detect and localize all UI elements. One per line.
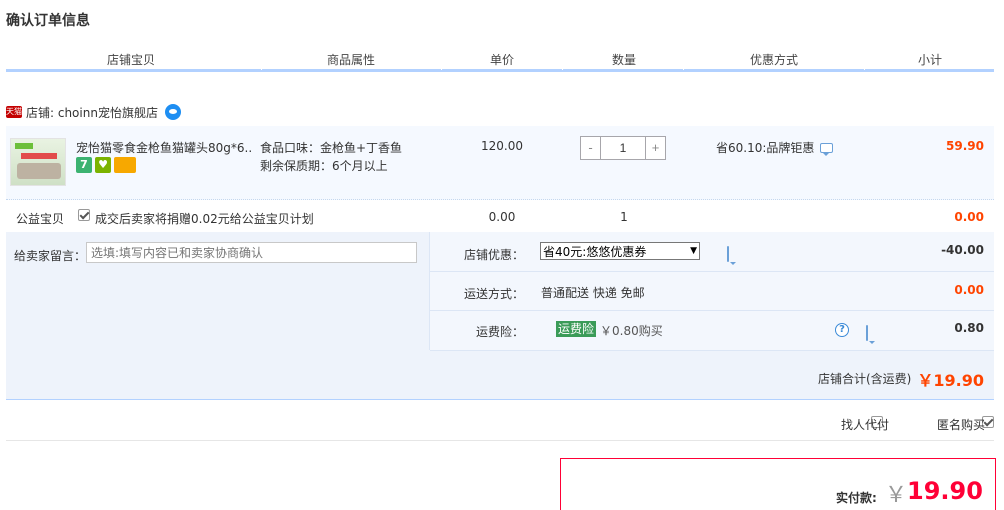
shipping-method: 普通配送 快递 免邮	[541, 286, 645, 300]
column-header-discount: 优惠方式	[749, 53, 798, 67]
payment-value: 19.90	[907, 477, 983, 505]
seven-day-return-icon[interactable]: 7	[76, 157, 92, 173]
proxy-pay-label[interactable]: 找人代付	[841, 416, 889, 433]
item-subtotal: 59.90	[946, 139, 984, 153]
credit-card-icon[interactable]	[114, 157, 136, 173]
insurance-label: 运费险：	[475, 325, 524, 339]
coupon-info-icon[interactable]	[726, 246, 729, 262]
anonymous-label[interactable]: 匿名购买	[937, 416, 985, 433]
insurance-value: 0.80	[954, 321, 984, 335]
page-title: 确认订单信息	[6, 13, 90, 29]
shipping-label: 运送方式：	[463, 287, 524, 301]
product-flavor: 食品口味：金枪鱼+丁香鱼	[260, 141, 403, 155]
shop-name-link[interactable]: 店铺: choinn宠怡旗舰店	[26, 104, 158, 121]
quantity-increase-button[interactable]: +	[645, 137, 665, 159]
column-header-subtotal: 小计	[917, 53, 942, 67]
item-discount-text: 省60.10:品牌钜惠	[716, 141, 815, 155]
product-shelf-life: 剩余保质期：6个月以上	[260, 159, 388, 173]
order-item-row	[6, 126, 994, 200]
insurance-tag: 运费险	[556, 321, 597, 337]
welfare-price: 0.00	[488, 210, 516, 224]
shop-discount-value: -40.00	[941, 243, 984, 257]
column-header-unit-price: 单价	[489, 53, 514, 67]
column-header-attributes: 商品属性	[326, 53, 375, 67]
divider	[6, 440, 994, 441]
wangwang-chat-icon[interactable]	[164, 104, 181, 120]
chevron-down-icon: ▼	[690, 246, 697, 256]
welfare-label: 公益宝贝	[16, 212, 65, 226]
welfare-text: 成交后卖家将捐赠0.02元给公益宝贝计划	[95, 212, 314, 226]
product-service-icons: 7 ♥	[76, 157, 136, 173]
shop-discount-label: 店铺优惠：	[463, 248, 524, 262]
column-header-shop-item: 店铺宝贝	[106, 53, 155, 67]
item-discount: 省60.10:品牌钜惠	[716, 139, 834, 156]
tmall-badge: 天猫	[6, 106, 22, 118]
guarantee-icon[interactable]: ♥	[95, 157, 111, 173]
welfare-checkbox[interactable]	[78, 209, 90, 221]
product-thumbnail[interactable]	[10, 138, 66, 186]
memo-input[interactable]	[86, 242, 417, 263]
welfare-quantity: 1	[620, 210, 628, 224]
payment-label: 实付款:	[836, 491, 877, 505]
unit-price: 120.00	[481, 139, 523, 153]
insurance-info-icon[interactable]	[865, 325, 868, 341]
insurance-price: ￥0.80购买	[600, 324, 663, 338]
payment-currency: ￥	[885, 483, 908, 508]
memo-label: 给卖家留言：	[14, 249, 87, 263]
discount-info-icon[interactable]	[820, 142, 834, 156]
product-title-link[interactable]: 宠怡猫零食金枪鱼猫罐头80g*6...	[76, 139, 252, 156]
shop-line: 天猫 店铺: choinn宠怡旗舰店	[6, 102, 181, 122]
coupon-selected-value: 省40元:悠悠优惠券	[543, 244, 647, 259]
shop-total-label: 店铺合计(含运费)	[818, 372, 912, 386]
shipping-value: 0.00	[954, 283, 984, 297]
quantity-input[interactable]	[601, 137, 645, 159]
quantity-stepper: - +	[580, 136, 666, 160]
order-table-header: 店铺宝贝 商品属性 单价 数量 优惠方式 小计	[6, 48, 994, 72]
shop-total-value: ￥19.90	[917, 371, 984, 390]
help-icon[interactable]: ?	[835, 323, 849, 337]
quantity-decrease-button[interactable]: -	[581, 137, 601, 159]
welfare-subtotal: 0.00	[954, 210, 984, 224]
column-header-quantity: 数量	[611, 53, 636, 67]
coupon-select[interactable]: 省40元:悠悠优惠券 ▼	[540, 242, 700, 260]
